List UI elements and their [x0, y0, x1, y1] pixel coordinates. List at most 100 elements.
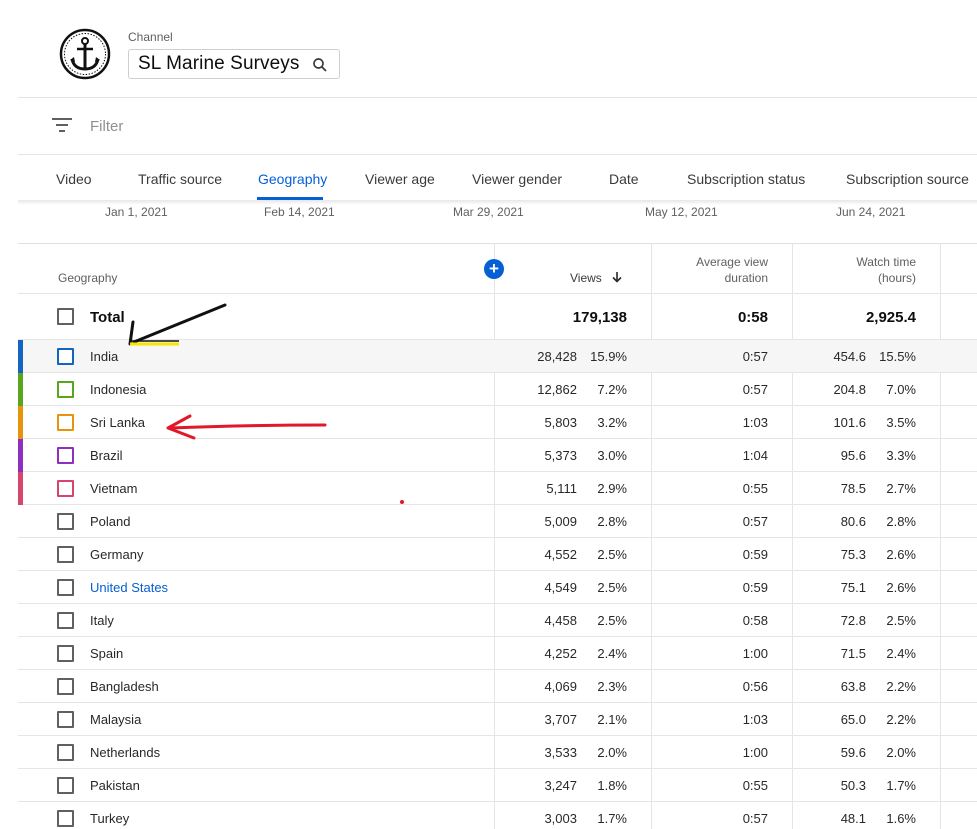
table-row[interactable]: United States 4,549 2.5% 0:59 75.1 2.6%	[18, 571, 977, 604]
timeline-date: Feb 14, 2021	[264, 205, 335, 219]
tab-geography[interactable]: Geography	[258, 171, 327, 187]
row-checkbox[interactable]	[57, 348, 74, 365]
timeline-date: May 12, 2021	[645, 205, 718, 219]
row-watch-percent: 3.3%	[886, 448, 916, 463]
row-checkbox[interactable]	[57, 612, 74, 629]
row-watch-percent: 2.5%	[886, 613, 916, 628]
row-views-percent: 3.2%	[597, 415, 627, 430]
row-watch-time: 454.6	[833, 349, 866, 364]
row-checkbox[interactable]	[57, 480, 74, 497]
table-row[interactable]: Malaysia 3,707 2.1% 1:03 65.0 2.2%	[18, 703, 977, 736]
row-watch-time: 101.6	[833, 415, 866, 430]
row-country-name: Malaysia	[90, 712, 142, 727]
tab-traffic-source[interactable]: Traffic source	[138, 171, 222, 187]
row-country-name: Indonesia	[90, 382, 147, 397]
series-color-bar	[18, 472, 23, 505]
row-views-percent: 2.8%	[597, 514, 627, 529]
column-header-avg-line2: duration	[724, 271, 768, 285]
series-color-bar	[18, 406, 23, 439]
plus-icon[interactable]: +	[484, 259, 504, 279]
row-checkbox[interactable]	[57, 777, 74, 794]
timeline-date: Jan 1, 2021	[105, 205, 168, 219]
channel-name: SL Marine Surveys	[138, 53, 300, 74]
row-views: 5,803	[544, 415, 577, 430]
row-checkbox[interactable]	[57, 414, 74, 431]
row-views: 3,247	[544, 778, 577, 793]
table-row[interactable]: Italy 4,458 2.5% 0:58 72.8 2.5%	[18, 604, 977, 637]
table-row[interactable]: Poland 5,009 2.8% 0:57 80.6 2.8%	[18, 505, 977, 538]
table-row[interactable]: Pakistan 3,247 1.8% 0:55 50.3 1.7%	[18, 769, 977, 802]
channel-selector[interactable]: SL Marine Surveys	[128, 49, 340, 79]
divider	[18, 243, 977, 244]
table-row[interactable]: Vietnam 5,111 2.9% 0:55 78.5 2.7%	[18, 472, 977, 505]
row-country-name[interactable]: United States	[90, 580, 168, 595]
row-checkbox[interactable]	[57, 645, 74, 662]
tab-viewer-gender[interactable]: Viewer gender	[472, 171, 562, 187]
row-views: 28,428	[537, 349, 577, 364]
row-avg-duration: 0:57	[742, 349, 768, 364]
row-checkbox[interactable]	[57, 678, 74, 695]
row-views: 3,533	[544, 745, 577, 760]
row-watch-time: 63.8	[840, 679, 866, 694]
row-avg-duration: 0:58	[742, 613, 768, 628]
row-avg-duration: 0:59	[742, 547, 768, 562]
row-country-name: Vietnam	[90, 481, 138, 496]
table-row[interactable]: Brazil 5,373 3.0% 1:04 95.6 3.3%	[18, 439, 977, 472]
series-color-bar	[18, 373, 23, 406]
row-checkbox[interactable]	[57, 711, 74, 728]
tab-video[interactable]: Video	[56, 171, 92, 187]
filter-icon[interactable]	[52, 117, 72, 133]
row-checkbox[interactable]	[57, 810, 74, 827]
row-watch-time: 48.1	[840, 811, 866, 826]
row-checkbox[interactable]	[57, 447, 74, 464]
tab-subscription-status[interactable]: Subscription status	[687, 171, 805, 187]
row-checkbox[interactable]	[57, 381, 74, 398]
row-views-percent: 1.7%	[597, 811, 627, 826]
row-watch-percent: 2.2%	[886, 679, 916, 694]
timeline-date: Jun 24, 2021	[836, 205, 906, 219]
row-watch-time: 78.5	[840, 481, 866, 496]
row-country-name: Bangladesh	[90, 679, 159, 694]
filter-input[interactable]: Filter	[90, 118, 123, 135]
row-views: 4,549	[544, 580, 577, 595]
column-header-geography[interactable]: Geography	[58, 270, 117, 286]
row-country-name: Italy	[90, 613, 114, 628]
table-row[interactable]: Bangladesh 4,069 2.3% 0:56 63.8 2.2%	[18, 670, 977, 703]
tab-date[interactable]: Date	[609, 171, 639, 187]
table-row[interactable]: Turkey 3,003 1.7% 0:57 48.1 1.6%	[18, 802, 977, 829]
row-watch-time: 59.6	[840, 745, 866, 760]
table-row[interactable]: Spain 4,252 2.4% 1:00 71.5 2.4%	[18, 637, 977, 670]
row-views: 12,862	[537, 382, 577, 397]
row-country-name: Pakistan	[90, 778, 140, 793]
table-row[interactable]: Netherlands 3,533 2.0% 1:00 59.6 2.0%	[18, 736, 977, 769]
column-header-watch-time[interactable]: Watch time (hours)	[806, 254, 916, 286]
row-watch-percent: 2.2%	[886, 712, 916, 727]
total-checkbox[interactable]	[57, 308, 74, 325]
column-header-views[interactable]: Views	[570, 270, 623, 286]
row-watch-percent: 2.8%	[886, 514, 916, 529]
row-avg-duration: 0:59	[742, 580, 768, 595]
table-row[interactable]: Sri Lanka 5,803 3.2% 1:03 101.6 3.5%	[18, 406, 977, 439]
row-checkbox[interactable]	[57, 579, 74, 596]
row-views-percent: 2.0%	[597, 745, 627, 760]
row-checkbox[interactable]	[57, 513, 74, 530]
dimension-tabs: Video Traffic source Geography Viewer ag…	[0, 155, 977, 201]
total-watch-time: 2,925.4	[865, 309, 916, 326]
row-avg-duration: 1:00	[742, 646, 768, 661]
row-watch-percent: 2.7%	[886, 481, 916, 496]
total-row: Total 179,138 0:58 2,925.4	[18, 293, 977, 340]
row-views: 3,003	[544, 811, 577, 826]
table-row[interactable]: Germany 4,552 2.5% 0:59 75.3 2.6%	[18, 538, 977, 571]
table-row[interactable]: Indonesia 12,862 7.2% 0:57 204.8 7.0%	[18, 373, 977, 406]
column-header-watch-line1: Watch time	[856, 255, 916, 269]
row-avg-duration: 0:55	[742, 481, 768, 496]
row-checkbox[interactable]	[57, 744, 74, 761]
row-watch-percent: 2.4%	[886, 646, 916, 661]
row-checkbox[interactable]	[57, 546, 74, 563]
row-views-percent: 2.4%	[597, 646, 627, 661]
tab-viewer-age[interactable]: Viewer age	[365, 171, 435, 187]
search-icon[interactable]	[311, 56, 329, 74]
table-row[interactable]: India 28,428 15.9% 0:57 454.6 15.5%	[18, 340, 977, 373]
column-header-avg-duration[interactable]: Average view duration	[658, 254, 768, 286]
tab-subscription-source[interactable]: Subscription source	[846, 171, 969, 187]
